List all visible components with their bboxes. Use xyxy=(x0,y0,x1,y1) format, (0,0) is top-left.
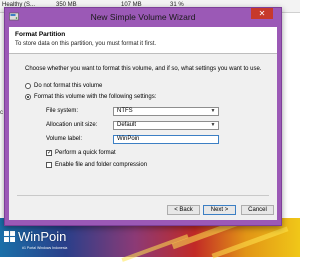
new-simple-volume-wizard: New Simple Volume Wizard ✕ Format Partit… xyxy=(4,7,282,226)
cancel-button[interactable]: Cancel xyxy=(241,205,274,215)
next-button[interactable]: Next > xyxy=(203,205,236,215)
allocation-unit-value: Default xyxy=(117,122,137,128)
format-question: Choose whether you want to format this v… xyxy=(25,66,262,72)
quick-format-label[interactable]: Perform a quick format xyxy=(55,150,116,156)
title-bar[interactable]: New Simple Volume Wizard ✕ xyxy=(5,8,281,26)
windows-logo-icon xyxy=(4,231,15,242)
close-button[interactable]: ✕ xyxy=(251,8,273,19)
volume-label-input[interactable]: WinPoin xyxy=(113,135,219,144)
brand-tagline: #1 Portal Windows Indonesia xyxy=(22,246,68,250)
format-label[interactable]: Format this volume with the following se… xyxy=(34,94,156,100)
page-title: Format Partition xyxy=(15,31,66,38)
file-system-value: NTFS xyxy=(117,108,133,114)
allocation-unit-select[interactable]: Default ▼ xyxy=(113,121,219,130)
watermark-brand: WinPoin xyxy=(4,229,66,244)
format-radio[interactable] xyxy=(25,94,31,100)
wizard-body: Choose whether you want to format this v… xyxy=(9,54,277,220)
file-system-select[interactable]: NTFS ▼ xyxy=(113,107,219,116)
volume-label-label: Volume label: xyxy=(46,136,83,142)
background-fragment: c xyxy=(0,110,3,116)
wizard-client-area: Format Partition To store data on this p… xyxy=(9,27,277,220)
quick-format-checkbox[interactable] xyxy=(46,149,52,156)
page-subtitle: To store data on this partition, you mus… xyxy=(15,41,157,47)
compression-checkbox[interactable] xyxy=(46,162,52,168)
chevron-down-icon[interactable]: ▼ xyxy=(209,122,217,129)
wizard-header: Format Partition To store data on this p… xyxy=(9,27,277,54)
button-separator xyxy=(17,195,269,196)
compression-label[interactable]: Enable file and folder compression xyxy=(55,162,147,168)
brand-name: WinPoin xyxy=(18,229,67,244)
back-button[interactable]: < Back xyxy=(167,205,200,215)
chevron-down-icon[interactable]: ▼ xyxy=(209,108,217,115)
window-title: New Simple Volume Wizard xyxy=(90,12,196,22)
allocation-unit-label: Allocation unit size: xyxy=(46,122,98,128)
no-format-label[interactable]: Do not format this volume xyxy=(34,83,102,89)
no-format-radio[interactable] xyxy=(25,83,31,89)
file-system-label: File system: xyxy=(46,108,79,114)
